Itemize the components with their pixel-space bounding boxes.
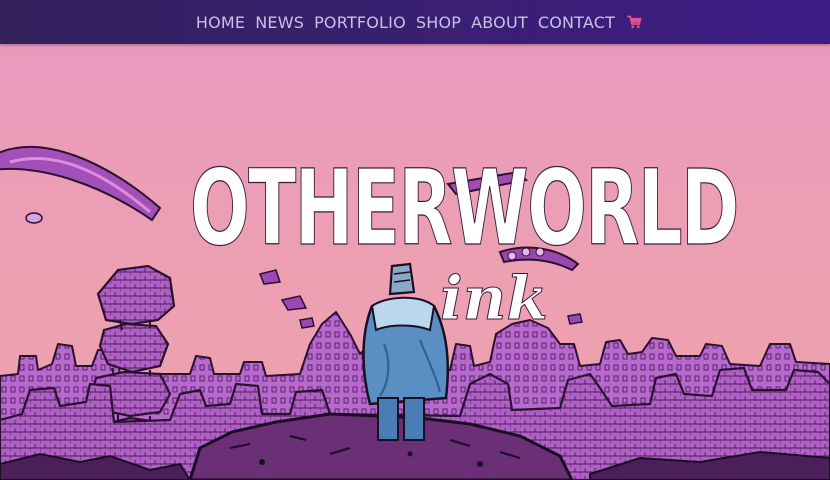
shopping-cart-icon[interactable] [627,15,642,29]
nav-item-news[interactable]: NEWS [255,13,304,32]
nav-item-shop[interactable]: SHOP [416,13,461,32]
nav-menu: HOME NEWS PORTFOLIO SHOP ABOUT CONTACT [196,13,642,32]
hero-banner: OTHERWORLD ink [0,44,830,480]
nav-item-portfolio[interactable]: PORTFOLIO [314,13,406,32]
hero-title: OTHERWORLD [190,147,738,269]
otherworld-ink-logo: OTHERWORLD ink [189,146,740,334]
flying-ship-left [0,146,162,224]
hero-subtitle: ink [440,264,548,334]
top-navigation-bar: HOME NEWS PORTFOLIO SHOP ABOUT CONTACT [0,0,830,44]
nav-item-home[interactable]: HOME [196,13,245,32]
nav-item-about[interactable]: ABOUT [471,13,528,32]
nav-item-contact[interactable]: CONTACT [538,13,615,32]
